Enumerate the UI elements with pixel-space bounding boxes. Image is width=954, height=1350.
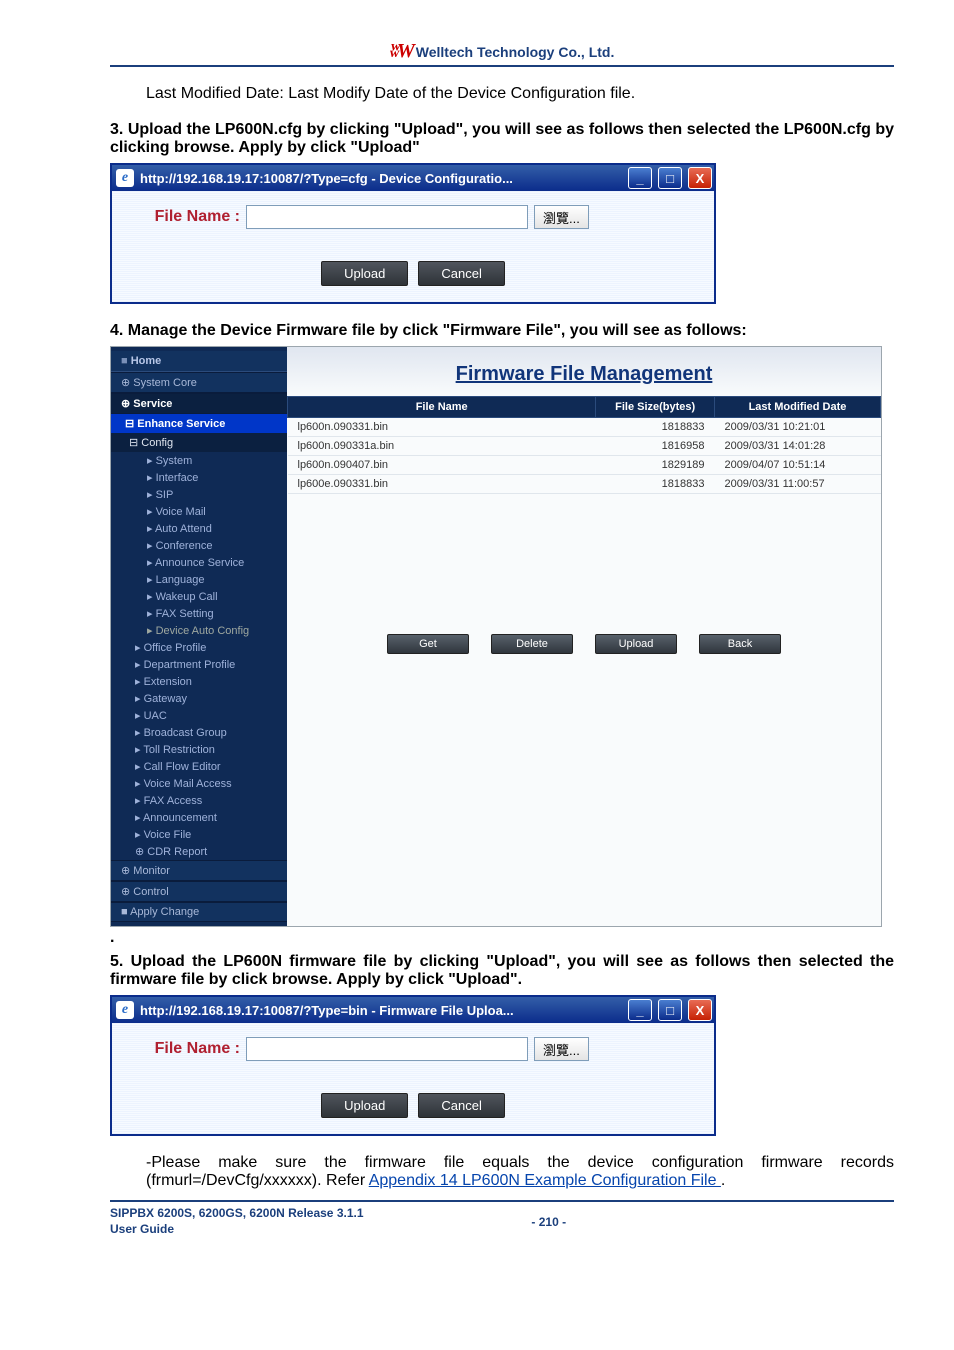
sidebar-item[interactable]: ▸ FAX Access	[111, 792, 287, 809]
note-suffix: .	[721, 1172, 725, 1189]
upload-button[interactable]: Upload	[321, 261, 408, 286]
dialog-title: http://192.168.19.17:10087/?Type=bin - F…	[140, 1003, 622, 1018]
sidebar-item[interactable]: ▸ Announcement	[111, 809, 287, 826]
close-button[interactable]: X	[688, 999, 712, 1021]
cell-file-size: 1816958	[596, 437, 715, 456]
file-name-input[interactable]	[246, 205, 528, 229]
table-row[interactable]: lp600n.090331.bin18188332009/03/31 10:21…	[288, 418, 881, 437]
company-name: Welltech Technology Co., Ltd.	[416, 44, 615, 60]
dialog-titlebar: e http://192.168.19.17:10087/?Type=bin -…	[112, 997, 714, 1023]
step-5-text: 5. Upload the LP600N firmware file by cl…	[110, 953, 894, 989]
sidebar-item[interactable]: ▸ Auto Attend	[111, 520, 287, 537]
upload-button[interactable]: Upload	[321, 1093, 408, 1118]
logo-icon: ʬW	[390, 40, 412, 63]
close-button[interactable]: X	[688, 167, 712, 189]
sidebar-item[interactable]: ▸ Language	[111, 571, 287, 588]
ie-icon: e	[116, 1001, 134, 1019]
step-4-text: 4. Manage the Device Firmware file by cl…	[110, 322, 894, 340]
footer-line1: SIPPBX 6200S, 6200GS, 6200N Release 3.1.…	[110, 1206, 364, 1222]
cell-file-name: lp600n.090331.bin	[288, 418, 596, 437]
sidebar-item[interactable]: ▸ Interface	[111, 469, 287, 486]
dialog-titlebar: e http://192.168.19.17:10087/?Type=cfg -…	[112, 165, 714, 191]
table-row[interactable]: lp600e.090331.bin18188332009/03/31 11:00…	[288, 475, 881, 494]
cell-file-name: lp600e.090331.bin	[288, 475, 596, 494]
cell-file-size: 1818833	[596, 475, 715, 494]
sidebar-item[interactable]: ▸ Announce Service	[111, 554, 287, 571]
logo: ʬW Welltech Technology Co., Ltd.	[390, 40, 615, 63]
file-name-input[interactable]	[246, 1037, 528, 1061]
upload-button[interactable]: Upload	[595, 634, 677, 654]
sidebar-system-core[interactable]: System Core	[111, 372, 287, 393]
sidebar-cdr[interactable]: ⊕ CDR Report	[111, 843, 287, 860]
footer-line2: User Guide	[110, 1222, 364, 1238]
browse-button[interactable]: 瀏覽...	[534, 205, 589, 229]
sidebar-monitor[interactable]: Monitor	[111, 860, 287, 881]
maximize-button[interactable]: □	[658, 167, 682, 189]
cell-date: 2009/03/31 10:21:01	[714, 418, 880, 437]
sidebar-service[interactable]: Service	[111, 393, 287, 414]
sidebar-item[interactable]: ▸ Call Flow Editor	[111, 758, 287, 775]
maximize-button[interactable]: □	[658, 999, 682, 1021]
cell-file-name: lp600n.090407.bin	[288, 456, 596, 475]
sidebar-home[interactable]: Home	[111, 351, 287, 372]
minimize-button[interactable]: _	[628, 167, 652, 189]
footer-page-number: - 210 -	[531, 1215, 566, 1229]
dialog-title: http://192.168.19.17:10087/?Type=cfg - D…	[140, 171, 622, 186]
back-button[interactable]: Back	[699, 634, 781, 654]
sidebar-item[interactable]: ▸ UAC	[111, 707, 287, 724]
sidebar: Home System Core Service ⊟ Enhance Servi…	[111, 347, 287, 926]
firmware-table: File Name File Size(bytes) Last Modified…	[287, 396, 881, 494]
sidebar-control[interactable]: Control	[111, 881, 287, 902]
sidebar-item[interactable]: ▸ Broadcast Group	[111, 724, 287, 741]
sidebar-item[interactable]: ▸ System	[111, 452, 287, 469]
col-last-modified: Last Modified Date	[714, 397, 880, 418]
cell-file-size: 1829189	[596, 456, 715, 475]
table-row[interactable]: lp600n.090407.bin18291892009/04/07 10:51…	[288, 456, 881, 475]
cancel-button[interactable]: Cancel	[418, 261, 504, 286]
firmware-management-screenshot: Home System Core Service ⊟ Enhance Servi…	[110, 346, 882, 927]
sidebar-item[interactable]: ▸ Toll Restriction	[111, 741, 287, 758]
upload-bin-dialog: e http://192.168.19.17:10087/?Type=bin -…	[110, 995, 716, 1136]
sidebar-item[interactable]: ▸ Office Profile	[111, 639, 287, 656]
page-header: ʬW Welltech Technology Co., Ltd.	[110, 40, 894, 67]
col-file-name: File Name	[288, 397, 596, 418]
sidebar-enhance-service[interactable]: ⊟ Enhance Service	[111, 414, 287, 433]
cell-file-name: lp600n.090331a.bin	[288, 437, 596, 456]
dot: .	[110, 929, 894, 947]
cancel-button[interactable]: Cancel	[418, 1093, 504, 1118]
firmware-page-title: Firmware File Management	[287, 347, 881, 396]
sidebar-item[interactable]: ▸ Department Profile	[111, 656, 287, 673]
cell-date: 2009/04/07 10:51:14	[714, 456, 880, 475]
file-name-label: File Name :	[130, 1040, 240, 1058]
step-3-text: 3. Upload the LP600N.cfg by clicking "Up…	[110, 121, 894, 157]
file-name-label: File Name :	[130, 208, 240, 226]
firmware-note: -Please make sure the firmware file equa…	[146, 1154, 894, 1190]
last-modified-text: Last Modified Date: Last Modify Date of …	[146, 85, 894, 103]
appendix-link[interactable]: Appendix 14 LP600N Example Configuration…	[369, 1172, 721, 1189]
cell-date: 2009/03/31 11:00:57	[714, 475, 880, 494]
sidebar-item[interactable]: ▸ Gateway	[111, 690, 287, 707]
cell-date: 2009/03/31 14:01:28	[714, 437, 880, 456]
page-footer: SIPPBX 6200S, 6200GS, 6200N Release 3.1.…	[110, 1200, 894, 1237]
delete-button[interactable]: Delete	[491, 634, 573, 654]
sidebar-apply-change[interactable]: Apply Change	[111, 902, 287, 922]
sidebar-item[interactable]: ▸ SIP	[111, 486, 287, 503]
col-file-size: File Size(bytes)	[596, 397, 715, 418]
browse-button[interactable]: 瀏覽...	[534, 1037, 589, 1061]
ie-icon: e	[116, 169, 134, 187]
sidebar-item[interactable]: ▸ Device Auto Config	[111, 622, 287, 639]
sidebar-item[interactable]: ▸ Conference	[111, 537, 287, 554]
sidebar-item[interactable]: ▸ Wakeup Call	[111, 588, 287, 605]
minimize-button[interactable]: _	[628, 999, 652, 1021]
table-row[interactable]: lp600n.090331a.bin18169582009/03/31 14:0…	[288, 437, 881, 456]
sidebar-config[interactable]: Config	[111, 433, 287, 452]
sidebar-item[interactable]: ▸ Voice Mail	[111, 503, 287, 520]
sidebar-item[interactable]: ▸ FAX Setting	[111, 605, 287, 622]
sidebar-item[interactable]: ▸ Voice Mail Access	[111, 775, 287, 792]
sidebar-item[interactable]: ▸ Voice File	[111, 826, 287, 843]
upload-cfg-dialog: e http://192.168.19.17:10087/?Type=cfg -…	[110, 163, 716, 304]
get-button[interactable]: Get	[387, 634, 469, 654]
sidebar-item[interactable]: ▸ Extension	[111, 673, 287, 690]
cell-file-size: 1818833	[596, 418, 715, 437]
